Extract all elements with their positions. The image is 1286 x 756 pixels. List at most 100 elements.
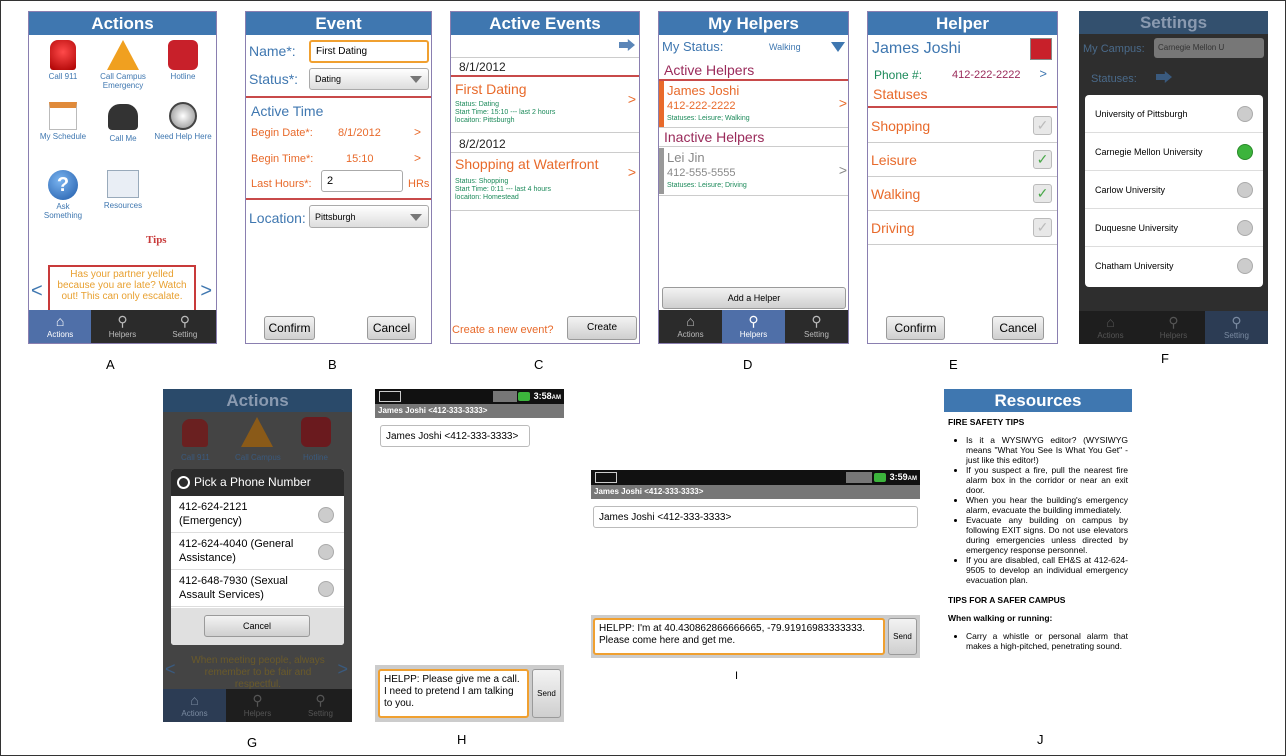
next-tip-button[interactable]: >	[337, 659, 348, 680]
campus-option[interactable]: Carlow University	[1085, 171, 1263, 209]
add-helper-button[interactable]: Add a Helper	[662, 287, 846, 309]
name-label: Name*:	[249, 43, 296, 59]
tab-setting[interactable]: ⚲ Setting	[289, 689, 352, 722]
radio-button[interactable]	[318, 544, 334, 560]
call-me-button[interactable]: Call Me	[93, 102, 153, 143]
chevron-right-icon[interactable]: >	[1039, 66, 1047, 81]
event-status: Status: Shopping	[455, 178, 509, 185]
radio-button[interactable]	[1237, 106, 1253, 122]
status-row-walking[interactable]: Walking ✓	[868, 177, 1057, 211]
resources-button[interactable]: Resources	[93, 170, 153, 210]
cancel-button[interactable]: Cancel	[992, 316, 1044, 340]
prev-tip-button[interactable]: <	[31, 280, 43, 303]
prev-tip-button[interactable]: <	[165, 659, 176, 680]
tab-setting[interactable]: ⚲ Setting	[785, 310, 848, 343]
radio-button[interactable]	[1237, 220, 1253, 236]
confirm-button[interactable]: Confirm	[886, 316, 945, 340]
active-helpers-heading: Active Helpers	[664, 62, 755, 78]
begin-date-value[interactable]: 8/1/2012	[338, 127, 381, 139]
folder-icon	[107, 170, 139, 198]
status-row-driving[interactable]: Driving ✓	[868, 211, 1057, 245]
screen-g-pick-phone: Actions Call 911 Call Campus Hotline Pic…	[163, 389, 352, 722]
message-input[interactable]: HELPP: Please give me a call. I need to …	[378, 669, 529, 718]
radio-button[interactable]	[318, 507, 334, 523]
campus-option[interactable]: Duquesne University	[1085, 209, 1263, 247]
hotline-button[interactable]: Hotline	[153, 40, 213, 81]
last-hours-input[interactable]: 2	[321, 170, 403, 192]
phone-option[interactable]: 412-648-7930 (Sexual Assault Services)	[171, 571, 344, 607]
radio-button[interactable]	[1237, 182, 1253, 198]
create-button[interactable]: Create	[567, 316, 637, 340]
tab-helpers[interactable]: ⚲ Helpers	[226, 689, 289, 722]
create-prompt: Create a new event?	[452, 324, 554, 336]
dialog-title: Pick a Phone Number	[194, 475, 311, 489]
location-select[interactable]: Pittsburgh	[309, 205, 429, 228]
event-item[interactable]: Shopping at Waterfront Status: Shopping …	[451, 154, 639, 210]
status-row-shopping[interactable]: Shopping ✓	[868, 109, 1057, 143]
recipient-field[interactable]: James Joshi <412-333-3333>	[380, 425, 530, 447]
event-time: Start Time: 15:10 --- last 2 hours	[455, 109, 556, 116]
chevron-down-icon[interactable]	[831, 42, 845, 52]
tab-actions[interactable]: ⌂ Actions	[659, 310, 722, 343]
checkbox-checked[interactable]: ✓	[1033, 184, 1052, 203]
tab-actions[interactable]: ⌂ Actions	[163, 689, 226, 722]
checkbox-checked[interactable]: ✓	[1033, 150, 1052, 169]
phone-option[interactable]: 412-624-2121 (Emergency)	[171, 497, 344, 533]
call-campus-emergency-button[interactable]: Call Campus Emergency	[93, 40, 153, 90]
tab-setting[interactable]: ⚲ Setting	[1205, 311, 1268, 344]
compose-bar: HELPP: I'm at 40.430862866666665, -79.91…	[591, 615, 920, 658]
arrow-right-icon[interactable]	[1156, 71, 1172, 83]
tab-setting[interactable]: ⚲ Setting	[154, 310, 216, 343]
clock: 3:59AM	[890, 472, 917, 482]
recipient-field[interactable]: James Joshi <412-333-3333>	[593, 506, 918, 528]
my-schedule-button[interactable]: My Schedule	[33, 102, 93, 141]
message-input[interactable]: HELPP: I'm at 40.430862866666665, -79.91…	[593, 618, 885, 655]
call-911-button[interactable]: Call 911	[33, 40, 93, 81]
bullet-list: Is it a WYSIWYG editor? (WYSIWYG means "…	[948, 435, 1128, 585]
tab-helpers[interactable]: ⚲ Helpers	[722, 310, 785, 343]
event-item[interactable]: First Dating Status: Dating Start Time: …	[451, 79, 639, 131]
tab-helpers[interactable]: ⚲ Helpers	[91, 310, 153, 343]
send-button[interactable]: Send	[888, 618, 917, 655]
tab-actions[interactable]: ⌂ Actions	[29, 310, 92, 343]
chevron-right-icon[interactable]: >	[414, 151, 421, 165]
tab-actions[interactable]: ⌂ Actions	[1079, 311, 1142, 344]
arrow-right-icon[interactable]	[619, 39, 635, 51]
campus-value: Carnegie Mellon U	[1158, 43, 1225, 52]
divider	[451, 57, 639, 58]
checkbox-unchecked[interactable]: ✓	[1033, 116, 1052, 135]
need-help-here-button[interactable]: Need Help Here	[153, 102, 213, 141]
tab-helpers[interactable]: ⚲ Helpers	[1142, 311, 1205, 344]
option-label: 412-624-4040 (General Assistance)	[179, 538, 294, 564]
campus-select[interactable]: Carnegie Mellon U	[1154, 38, 1264, 58]
option-label: 412-648-7930 (Sexual Assault Services)	[179, 575, 288, 601]
name-input[interactable]: First Dating	[309, 40, 429, 63]
bullet-list: Carry a whistle or personal alarm that m…	[948, 631, 1128, 651]
helper-item-inactive[interactable]: Lei Jin 412-555-5555 Statuses: Leisure; …	[659, 148, 848, 194]
checkbox-unchecked[interactable]: ✓	[1033, 218, 1052, 237]
campus-option[interactable]: University of Pittsburgh	[1085, 95, 1263, 133]
send-button[interactable]: Send	[532, 669, 561, 718]
helper-item-active[interactable]: James Joshi 412-222-2222 Statuses: Leisu…	[659, 81, 848, 127]
cancel-button[interactable]: Cancel	[367, 316, 416, 340]
cancel-button[interactable]: Cancel	[204, 615, 310, 637]
next-tip-button[interactable]: >	[200, 280, 212, 303]
tab-bar: ⌂ Actions ⚲ Helpers ⚲ Setting	[1079, 311, 1268, 344]
ask-something-button[interactable]: ? Ask Something	[33, 170, 93, 220]
time-value: 3:59	[889, 472, 908, 482]
status-row-leisure[interactable]: Leisure ✓	[868, 143, 1057, 177]
status-select[interactable]: Dating	[309, 68, 429, 90]
option-label: Chatham University	[1095, 261, 1174, 271]
dialog-header: Pick a Phone Number	[171, 469, 344, 496]
radio-button[interactable]	[318, 581, 334, 597]
my-status-value[interactable]: Walking	[769, 42, 801, 52]
phone-option[interactable]: 412-624-4040 (General Assistance)	[171, 534, 344, 570]
begin-time-value[interactable]: 15:10	[346, 153, 374, 165]
campus-option-selected[interactable]: Carnegie Mellon University	[1085, 133, 1263, 171]
campus-option[interactable]: Chatham University	[1085, 247, 1263, 285]
radio-button[interactable]	[1237, 258, 1253, 274]
chevron-right-icon[interactable]: >	[414, 125, 421, 139]
home-icon: ⌂	[55, 313, 65, 329]
confirm-button[interactable]: Confirm	[264, 316, 315, 340]
radio-button-selected[interactable]	[1237, 144, 1253, 160]
